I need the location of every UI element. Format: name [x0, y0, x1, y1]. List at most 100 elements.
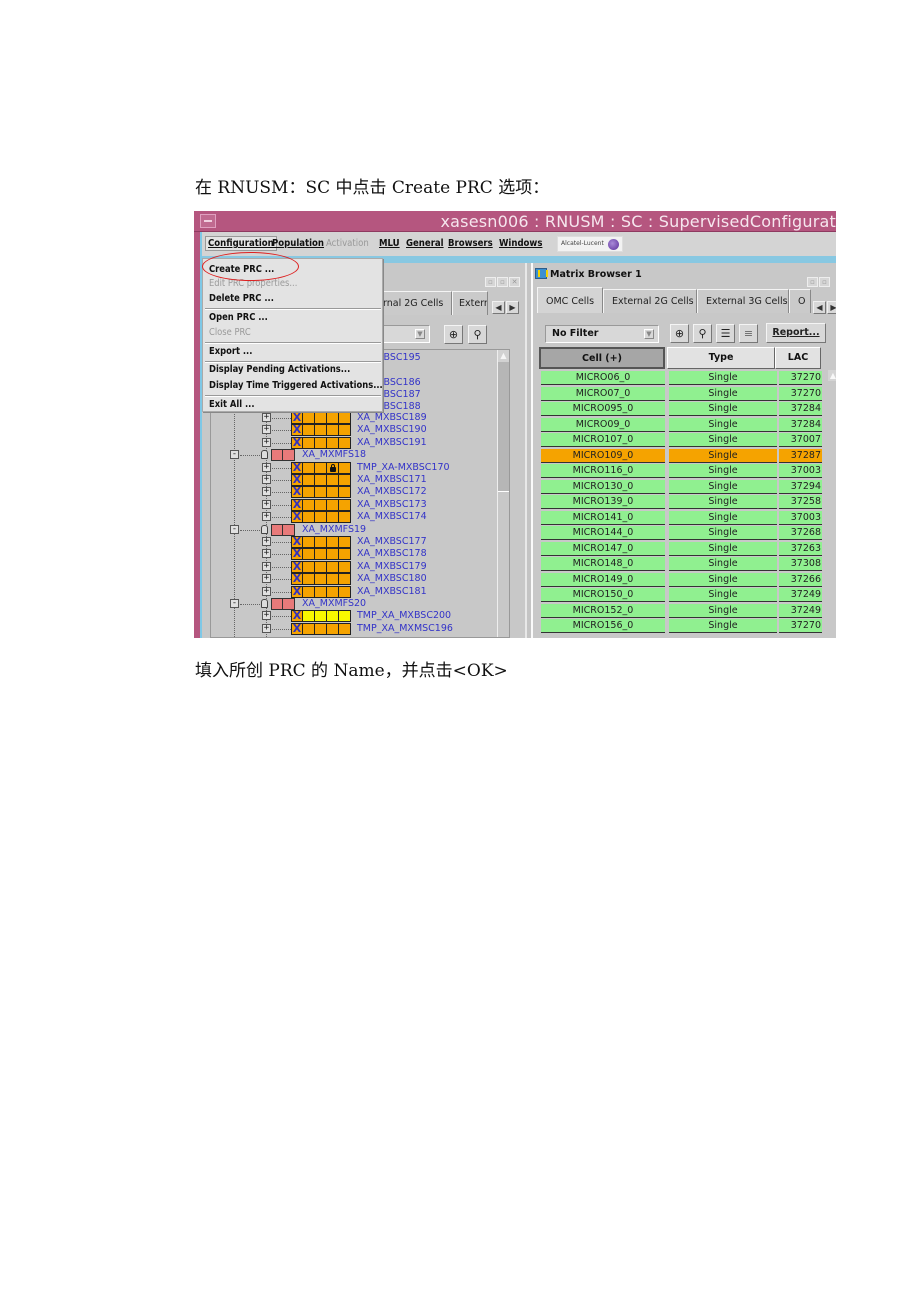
- cell-name[interactable]: MICRO148_0: [541, 557, 665, 571]
- cell-name[interactable]: MICRO149_0: [541, 572, 665, 587]
- column-header-cell[interactable]: Cell (+): [539, 347, 665, 369]
- maximize-icon[interactable]: ▫: [819, 277, 830, 287]
- tree-node-mfs[interactable]: - XA_MXMFS19: [211, 523, 509, 536]
- binoculars-icon[interactable]: ⚲: [693, 324, 712, 343]
- cell-type[interactable]: Single: [669, 495, 777, 509]
- expand-icon[interactable]: +: [262, 462, 271, 472]
- cell-type[interactable]: Single: [669, 603, 777, 618]
- expand-icon[interactable]: +: [262, 475, 271, 484]
- tree-node-label[interactable]: XA_MXBSC171: [357, 474, 427, 485]
- tree-node-label[interactable]: XA_MXBSC190: [357, 424, 427, 435]
- tree-node-mfs[interactable]: - XA_MXMFS20: [211, 598, 509, 610]
- binoculars-icon[interactable]: ⚲: [468, 325, 487, 344]
- tree-node-label[interactable]: XA_MXBSC178: [357, 548, 427, 559]
- tree-scrollbar[interactable]: ▲: [497, 350, 509, 637]
- expand-icon[interactable]: +: [262, 586, 271, 596]
- minimize-icon[interactable]: ▫: [807, 277, 818, 287]
- table-row[interactable]: MICRO152_0 Single 37249: [541, 603, 828, 620]
- cell-type[interactable]: Single: [669, 417, 777, 432]
- cell-lac[interactable]: 37003: [779, 510, 822, 525]
- cell-lac[interactable]: 37263: [779, 541, 822, 556]
- table-row[interactable]: MICRO144_0 Single 37268: [541, 526, 828, 542]
- table-row[interactable]: MICRO095_0 Single 37284: [541, 402, 828, 418]
- tree-node-label[interactable]: XA_MXBSC172: [357, 486, 427, 497]
- menu-item-edit-prc-properties[interactable]: Edit PRC properties...: [209, 278, 297, 289]
- cell-type[interactable]: Single: [669, 619, 777, 633]
- table-row[interactable]: MICRO150_0 Single 37249: [541, 588, 828, 604]
- menu-mlu[interactable]: MLU: [379, 238, 400, 249]
- menu-activation[interactable]: Activation: [326, 238, 369, 249]
- tab-scroll-left-icon[interactable]: ◀: [492, 301, 505, 314]
- cell-lac[interactable]: 37284: [779, 402, 822, 416]
- filter-combo[interactable]: No Filter ▼: [545, 325, 659, 343]
- list-thin-icon[interactable]: ≡: [739, 324, 758, 343]
- menu-item-create-prc[interactable]: Create PRC ...: [209, 264, 274, 275]
- cell-lac[interactable]: 37270: [779, 619, 822, 633]
- menu-item-exit-all[interactable]: Exit All ...: [209, 399, 255, 410]
- tree-node-bsc[interactable]: + X XA_MXBSC191: [211, 436, 509, 449]
- tree-node-label[interactable]: XA_MXBSC179: [357, 561, 427, 572]
- cell-lac[interactable]: 37270: [779, 386, 822, 401]
- table-row[interactable]: MICRO109_0 Single 37287: [541, 448, 828, 465]
- table-row[interactable]: MICRO130_0 Single 37294: [541, 479, 828, 496]
- cell-type[interactable]: Single: [669, 572, 777, 587]
- expand-icon[interactable]: +: [262, 512, 271, 522]
- cell-lac[interactable]: 37258: [779, 495, 822, 509]
- cell-type[interactable]: Single: [669, 510, 777, 525]
- tree-node-bsc[interactable]: + X TMP_XA-MXBSC170: [211, 461, 509, 474]
- cell-name[interactable]: MICRO06_0: [541, 371, 665, 385]
- tree-node-label[interactable]: XA_MXMFS20: [302, 598, 366, 609]
- cell-type[interactable]: Single: [669, 371, 777, 385]
- tab-external-2g-cells[interactable]: External 2G Cells: [603, 289, 697, 313]
- tree-node-label[interactable]: XA_MXBSC181: [357, 586, 427, 597]
- column-header-lac[interactable]: LAC: [775, 347, 821, 369]
- column-header-type[interactable]: Type: [667, 347, 775, 369]
- collapse-icon[interactable]: -: [230, 524, 239, 534]
- table-row[interactable]: MICRO156_0 Single 37270: [541, 619, 828, 635]
- cell-type[interactable]: Single: [669, 557, 777, 571]
- grid-scrollbar[interactable]: ▲: [828, 369, 836, 638]
- cell-type[interactable]: Single: [669, 541, 777, 556]
- cell-type[interactable]: Single: [669, 433, 777, 447]
- cell-name[interactable]: MICRO144_0: [541, 526, 665, 540]
- tree-node-label[interactable]: XA_MXBSC174: [357, 511, 427, 522]
- tree-node-partial[interactable]: XBSC195: [377, 352, 421, 363]
- cell-lac[interactable]: 37270: [779, 371, 822, 385]
- tab-other[interactable]: O: [789, 289, 811, 313]
- cell-lac[interactable]: 37308: [779, 557, 822, 571]
- tab-external-3g-cells[interactable]: Exterr: [452, 291, 488, 315]
- cell-name[interactable]: MICRO139_0: [541, 495, 665, 509]
- expand-icon[interactable]: +: [262, 425, 271, 435]
- cell-lac[interactable]: 37266: [779, 572, 822, 587]
- cell-name[interactable]: MICRO141_0: [541, 510, 665, 525]
- cell-name[interactable]: MICRO152_0: [541, 603, 665, 618]
- menu-item-open-prc[interactable]: Open PRC ...: [209, 312, 268, 323]
- tab-external-2g-cells[interactable]: rnal 2G Cells: [374, 291, 452, 315]
- scroll-up-icon[interactable]: ▲: [828, 370, 836, 381]
- menu-item-delete-prc[interactable]: Delete PRC ...: [209, 293, 274, 304]
- menu-item-close-prc[interactable]: Close PRC: [209, 327, 251, 338]
- tree-node-bsc[interactable]: + X XA_MXBSC173: [211, 498, 509, 511]
- expand-icon[interactable]: +: [262, 549, 271, 559]
- menu-browsers[interactable]: Browsers: [448, 238, 493, 249]
- cell-lac[interactable]: 37287: [779, 448, 822, 463]
- menu-general[interactable]: General: [406, 238, 444, 249]
- cell-name[interactable]: MICRO130_0: [541, 479, 665, 494]
- tree-node-bsc[interactable]: + X XA_MXBSC177: [211, 536, 509, 548]
- collapse-icon[interactable]: -: [230, 450, 239, 460]
- cell-name[interactable]: MICRO156_0: [541, 619, 665, 633]
- window-menu-button[interactable]: [200, 214, 216, 228]
- expand-icon[interactable]: +: [262, 437, 271, 447]
- table-row[interactable]: MICRO148_0 Single 37308: [541, 557, 828, 573]
- table-row[interactable]: MICRO149_0 Single 37266: [541, 572, 828, 589]
- cell-type[interactable]: Single: [669, 448, 777, 463]
- menu-configuration[interactable]: Configuration: [205, 236, 277, 251]
- tree-node-bsc[interactable]: + X XA_MXBSC172: [211, 486, 509, 499]
- cell-type[interactable]: Single: [669, 588, 777, 602]
- cell-name[interactable]: MICRO09_0: [541, 417, 665, 432]
- expand-icon[interactable]: +: [262, 537, 271, 546]
- zoom-magnifier-icon[interactable]: ⊕: [670, 324, 689, 343]
- cell-lac[interactable]: 37003: [779, 464, 822, 478]
- table-row[interactable]: MICRO147_0 Single 37263: [541, 541, 828, 558]
- expand-icon[interactable]: +: [262, 574, 271, 584]
